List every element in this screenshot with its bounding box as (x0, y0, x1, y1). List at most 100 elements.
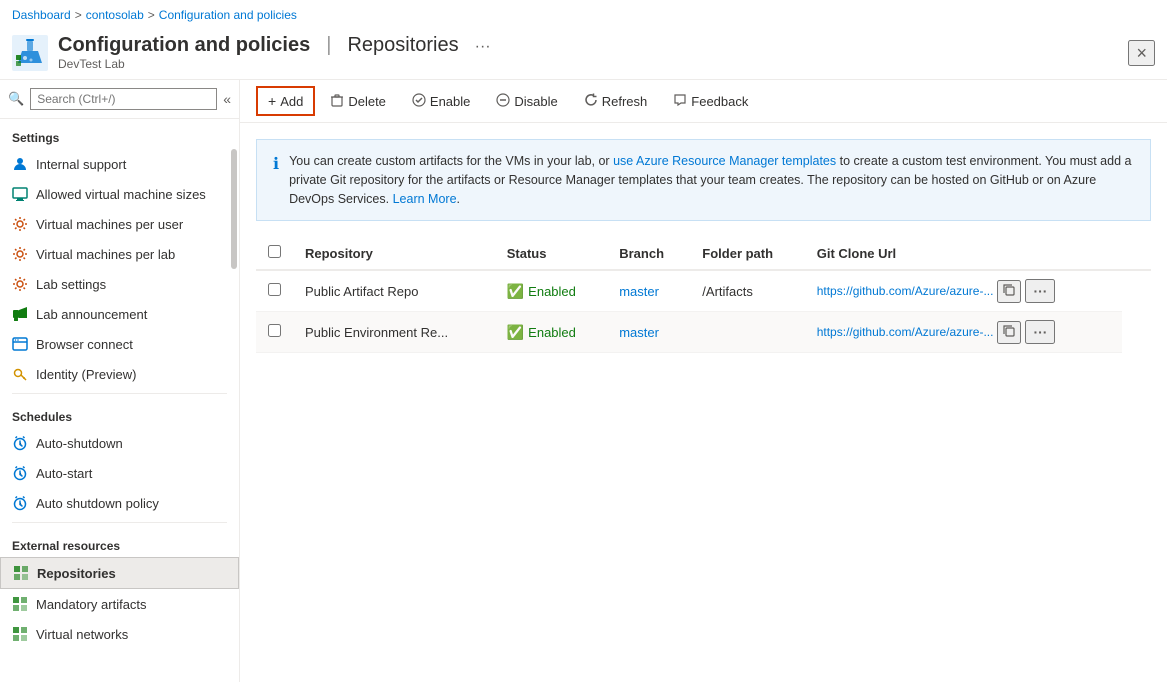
row-1-checkbox[interactable] (268, 283, 281, 296)
clock-start-icon (12, 465, 28, 481)
header-more-button[interactable]: ··· (475, 38, 491, 56)
announcement-icon (12, 306, 28, 322)
breadcrumb-dashboard[interactable]: Dashboard (12, 8, 71, 22)
info-link-arm[interactable]: use Azure Resource Manager templates (613, 154, 836, 168)
col-repository: Repository (293, 237, 495, 270)
info-box: ℹ You can create custom artifacts for th… (256, 139, 1151, 221)
row-2-status-enabled-icon: ✅ (507, 324, 524, 341)
sidebar-item-repositories[interactable]: Repositories (0, 557, 239, 589)
row-1-repository: Public Artifact Repo (293, 270, 495, 312)
sidebar-item-vm-per-user[interactable]: Virtual machines per user (0, 209, 239, 239)
row-2-more-button[interactable]: ··· (1025, 320, 1055, 344)
table-row: Public Artifact Repo ✅ Enabled master /A… (256, 270, 1151, 312)
page-subtitle: Repositories (347, 34, 458, 57)
sidebar-item-auto-start[interactable]: Auto-start (0, 458, 239, 488)
schedules-divider (12, 393, 227, 394)
row-1-branch: master (607, 270, 690, 312)
content-area: + Add Delete Enable (240, 80, 1167, 682)
sidebar-label-auto-shutdown: Auto-shutdown (36, 436, 123, 451)
sidebar-item-internal-support[interactable]: Internal support (0, 149, 239, 179)
add-icon: + (268, 93, 276, 109)
sidebar-item-lab-announcement[interactable]: Lab announcement (0, 299, 239, 329)
row-2-repository: Public Environment Re... (293, 312, 495, 353)
sidebar-search-container: 🔍 « (0, 80, 239, 119)
row-1-status: ✅ Enabled (495, 270, 607, 312)
row-1-git-url: https://github.com/Azure/azure-... ··· (805, 270, 1122, 312)
artifact-icon (12, 596, 28, 612)
gear-user-icon (12, 216, 28, 232)
row-2-checkbox[interactable] (268, 324, 281, 337)
sidebar-label-repositories: Repositories (37, 566, 116, 581)
repositories-table-container: Repository Status Branch Folder path Git… (256, 237, 1151, 682)
feedback-icon (673, 93, 687, 110)
sidebar-item-identity[interactable]: Identity (Preview) (0, 359, 239, 389)
sidebar-label-allowed-vm-sizes: Allowed virtual machine sizes (36, 187, 206, 202)
info-link-learn-more[interactable]: Learn More (393, 192, 457, 206)
external-resources-section-label: External resources (0, 527, 239, 557)
sidebar-label-virtual-networks: Virtual networks (36, 627, 128, 642)
sidebar-item-auto-shutdown-policy[interactable]: Auto shutdown policy (0, 488, 239, 518)
row-2-folder-path (690, 312, 804, 353)
row-1-copy-button[interactable] (997, 280, 1021, 303)
sidebar-collapse-button[interactable]: « (223, 91, 231, 107)
sidebar-label-vm-per-lab: Virtual machines per lab (36, 247, 175, 262)
sidebar-item-vm-per-lab[interactable]: Virtual machines per lab (0, 239, 239, 269)
info-icon: ℹ (273, 153, 279, 208)
refresh-icon (584, 93, 598, 110)
sidebar-item-mandatory-artifacts[interactable]: Mandatory artifacts (0, 589, 239, 619)
row-2-git-url: https://github.com/Azure/azure-... ··· (805, 312, 1122, 353)
row-1-branch-link[interactable]: master (619, 284, 659, 299)
network-icon (12, 626, 28, 642)
gear-settings-icon (12, 276, 28, 292)
clock-shutdown-icon (12, 435, 28, 451)
sidebar-label-mandatory-artifacts: Mandatory artifacts (36, 597, 147, 612)
search-icon: 🔍 (8, 91, 24, 107)
sidebar-item-browser-connect[interactable]: Browser connect (0, 329, 239, 359)
sidebar-item-lab-settings[interactable]: Lab settings (0, 269, 239, 299)
sidebar-scrollbar[interactable] (231, 149, 237, 269)
breadcrumb-contosolab[interactable]: contosolab (86, 8, 144, 22)
sidebar-item-virtual-networks[interactable]: Virtual networks (0, 619, 239, 649)
breadcrumb-config-policies[interactable]: Configuration and policies (159, 8, 297, 22)
toolbar: + Add Delete Enable (240, 80, 1167, 123)
page-header: Configuration and policies | Repositorie… (0, 30, 1167, 80)
col-branch: Branch (607, 237, 690, 270)
sidebar-label-lab-announcement: Lab announcement (36, 307, 147, 322)
enable-button[interactable]: Enable (401, 87, 481, 116)
col-git-clone-url: Git Clone Url (805, 237, 1122, 270)
repo-icon (13, 565, 29, 581)
row-2-branch: master (607, 312, 690, 353)
feedback-button[interactable]: Feedback (662, 87, 759, 116)
browser-icon (12, 336, 28, 352)
search-input[interactable] (30, 88, 217, 110)
external-resources-divider (12, 522, 227, 523)
row-2-url-text: https://github.com/Azure/azure-... (817, 325, 994, 339)
sidebar-item-auto-shutdown[interactable]: Auto-shutdown (0, 428, 239, 458)
refresh-button[interactable]: Refresh (573, 87, 659, 116)
row-2-branch-link[interactable]: master (619, 325, 659, 340)
row-2-copy-button[interactable] (997, 321, 1021, 344)
sidebar: 🔍 « Settings Internal support (0, 80, 240, 682)
close-button[interactable]: × (1128, 40, 1155, 66)
devtest-lab-icon (12, 35, 48, 71)
sidebar-item-allowed-vm-sizes[interactable]: Allowed virtual machine sizes (0, 179, 239, 209)
row-1-folder-path: /Artifacts (690, 270, 804, 312)
info-text: You can create custom artifacts for the … (289, 152, 1134, 208)
delete-button[interactable]: Delete (319, 87, 397, 116)
key-icon (12, 366, 28, 382)
sidebar-label-identity: Identity (Preview) (36, 367, 136, 382)
row-1-more-button[interactable]: ··· (1025, 279, 1055, 303)
delete-icon (330, 93, 344, 110)
disable-button[interactable]: Disable (485, 87, 568, 116)
sidebar-label-lab-settings: Lab settings (36, 277, 106, 292)
select-all-checkbox[interactable] (268, 245, 281, 258)
add-button[interactable]: + Add (256, 86, 315, 116)
col-status: Status (495, 237, 607, 270)
col-folder-path: Folder path (690, 237, 804, 270)
settings-section-label: Settings (0, 119, 239, 149)
gear-lab-icon (12, 246, 28, 262)
status-enabled-icon: ✅ (507, 283, 524, 300)
page-title: Configuration and policies (58, 34, 310, 57)
row-2-status: ✅ Enabled (495, 312, 607, 353)
repositories-table: Repository Status Branch Folder path Git… (256, 237, 1151, 353)
